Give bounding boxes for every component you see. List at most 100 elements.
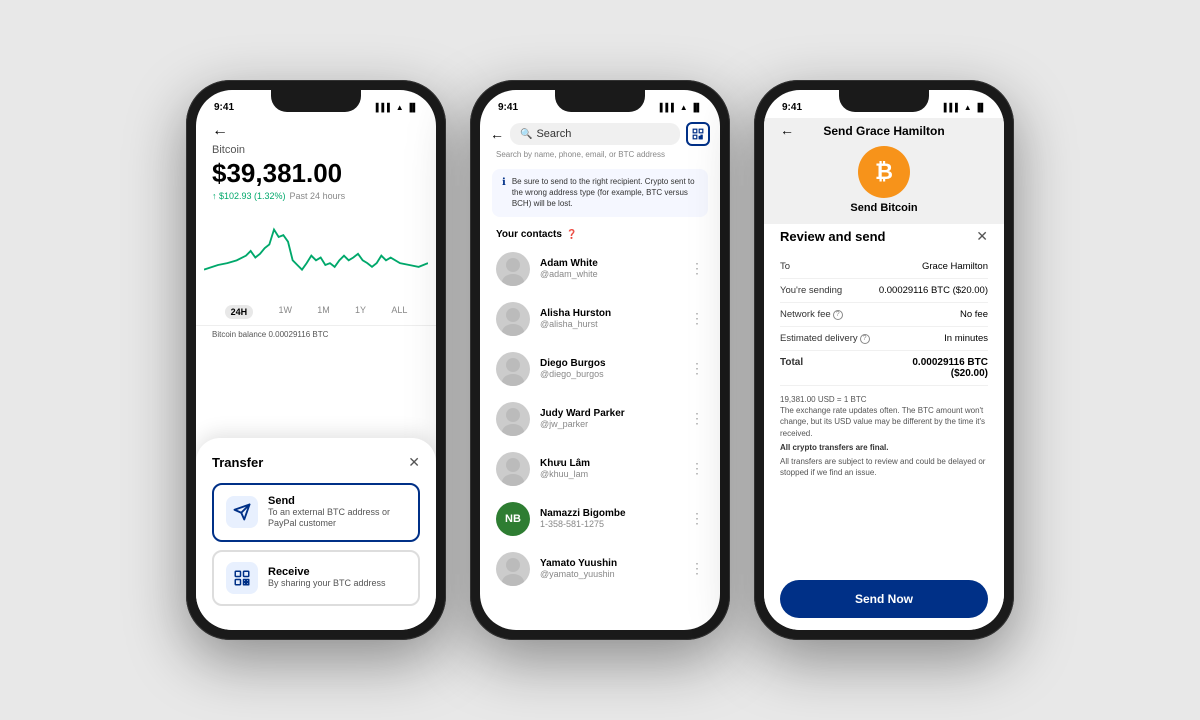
notch-2 bbox=[555, 90, 645, 112]
to-label: To bbox=[780, 261, 790, 272]
price-change: ↑ $102.93 (1.32%) Past 24 hours bbox=[196, 191, 436, 201]
review-row-delivery: Estimated delivery ? In minutes bbox=[780, 327, 988, 351]
contact-menu-adam[interactable]: ⋮ bbox=[690, 260, 704, 277]
qr-code-button[interactable] bbox=[686, 122, 710, 146]
search-input[interactable]: Search bbox=[536, 128, 571, 140]
back-button-1[interactable]: ← bbox=[212, 122, 228, 139]
contact-handle-diego: @diego_burgos bbox=[540, 369, 680, 379]
contact-item-diego[interactable]: Diego Burgos @diego_burgos ⋮ bbox=[480, 344, 720, 394]
send-title: Send Grace Hamilton bbox=[823, 124, 944, 138]
contact-name-namazzi: Namazzi Bigombe bbox=[540, 508, 680, 519]
warning-banner: ℹ Be sure to send to the right recipient… bbox=[492, 169, 708, 217]
contact-info-namazzi: Namazzi Bigombe 1-358-581-1275 bbox=[540, 508, 680, 529]
delivery-help-icon[interactable]: ? bbox=[860, 334, 870, 344]
change-amount: ↑ $102.93 (1.32%) bbox=[212, 191, 286, 201]
search-back-button[interactable]: ← bbox=[490, 126, 504, 142]
sending-label: You're sending bbox=[780, 285, 842, 296]
contact-avatar-alisha bbox=[496, 302, 530, 336]
contact-handle-adam: @adam_white bbox=[540, 269, 680, 279]
notch-3 bbox=[839, 90, 929, 112]
delivery-value: In minutes bbox=[944, 333, 988, 344]
phone-1-screen: 9:41 ▌▌▌ ▲ ▐▌ ← Bitcoin $39,381.00 ↑ $10… bbox=[196, 90, 436, 630]
review-close-button[interactable]: ✕ bbox=[976, 228, 988, 245]
contact-menu-judy[interactable]: ⋮ bbox=[690, 410, 704, 427]
contact-menu-khuu[interactable]: ⋮ bbox=[690, 460, 704, 477]
timeframe-1m[interactable]: 1M bbox=[317, 305, 330, 319]
contact-info-adam: Adam White @adam_white bbox=[540, 258, 680, 279]
time-3: 9:41 bbox=[782, 102, 802, 113]
bitcoin-logo-circle: ₿ bbox=[858, 146, 910, 198]
p3-header: ← Send Grace Hamilton ₿ Send Bitcoin bbox=[764, 118, 1004, 224]
review-row-fee: Network fee ? No fee bbox=[780, 303, 988, 327]
contact-name-adam: Adam White bbox=[540, 258, 680, 269]
search-hint-text: Search by name, phone, email, or BTC add… bbox=[480, 150, 720, 159]
total-label: Total bbox=[780, 357, 803, 368]
review-title: Review and send bbox=[780, 229, 885, 244]
delivery-label: Estimated delivery ? bbox=[780, 333, 870, 344]
exchange-rate-note: 19,381.00 USD = 1 BTC The exchange rate … bbox=[780, 394, 988, 439]
search-input-wrapper[interactable]: 🔍 Search bbox=[510, 123, 680, 145]
contact-menu-diego[interactable]: ⋮ bbox=[690, 360, 704, 377]
signal-icon-3: ▌▌▌ bbox=[944, 103, 961, 112]
contact-item-khuu[interactable]: Khưu Lâm @khuu_lam ⋮ bbox=[480, 444, 720, 494]
contact-name-khuu: Khưu Lâm bbox=[540, 458, 680, 469]
phone-1: 9:41 ▌▌▌ ▲ ▐▌ ← Bitcoin $39,381.00 ↑ $10… bbox=[186, 80, 446, 640]
contact-info-yamato: Yamato Yuushin @yamato_yuushin bbox=[540, 558, 680, 579]
contact-handle-judy: @jw_parker bbox=[540, 419, 680, 429]
send-description: To an external BTC address or PayPal cus… bbox=[268, 507, 406, 530]
contact-handle-alisha: @alisha_hurst bbox=[540, 319, 680, 329]
transfer-modal: Transfer ✕ Send To an external BTC addre… bbox=[196, 438, 436, 630]
phone-2: 9:41 ▌▌▌ ▲ ▐▌ ← 🔍 Search bbox=[470, 80, 730, 640]
review-row-sending: You're sending 0.00029116 BTC ($20.00) bbox=[780, 279, 988, 303]
chart-svg bbox=[204, 205, 428, 297]
timeframe-1w[interactable]: 1W bbox=[278, 305, 292, 319]
contact-list: Adam White @adam_white ⋮ Alisha Hurston … bbox=[480, 244, 720, 630]
contacts-help-icon[interactable]: ❓ bbox=[566, 229, 577, 240]
contact-menu-yamato[interactable]: ⋮ bbox=[690, 560, 704, 577]
contact-avatar-yamato bbox=[496, 552, 530, 586]
send-option[interactable]: Send To an external BTC address or PayPa… bbox=[212, 483, 420, 542]
receive-description: By sharing your BTC address bbox=[268, 578, 406, 590]
contact-item-namazzi[interactable]: NB Namazzi Bigombe 1-358-581-1275 ⋮ bbox=[480, 494, 720, 544]
contact-menu-namazzi[interactable]: ⋮ bbox=[690, 510, 704, 527]
price-chart bbox=[196, 201, 436, 301]
sending-value: 0.00029116 BTC ($20.00) bbox=[879, 285, 988, 296]
total-value: 0.00029116 BTC ($20.00) bbox=[874, 357, 988, 379]
review-row-total: Total 0.00029116 BTC ($20.00) bbox=[780, 351, 988, 386]
battery-icon-2: ▐▌ bbox=[691, 103, 702, 112]
final-transfers-note: All crypto transfers are final. bbox=[780, 443, 988, 452]
contact-info-khuu: Khưu Lâm @khuu_lam bbox=[540, 458, 680, 479]
contact-avatar-adam bbox=[496, 252, 530, 286]
p2-main-content: ← 🔍 Search bbox=[480, 118, 720, 630]
contact-item-yamato[interactable]: Yamato Yuushin @yamato_yuushin ⋮ bbox=[480, 544, 720, 594]
transfer-close-button[interactable]: ✕ bbox=[408, 454, 420, 471]
timeframe-1y[interactable]: 1Y bbox=[355, 305, 366, 319]
contact-item-adam-white[interactable]: Adam White @adam_white ⋮ bbox=[480, 244, 720, 294]
status-icons-3: ▌▌▌ ▲ ▐▌ bbox=[944, 103, 986, 112]
contact-item-alisha[interactable]: Alisha Hurston @alisha_hurst ⋮ bbox=[480, 294, 720, 344]
contact-menu-alisha[interactable]: ⋮ bbox=[690, 310, 704, 327]
search-magnifier-icon: 🔍 bbox=[520, 129, 532, 140]
wifi-icon-2: ▲ bbox=[680, 103, 688, 112]
wifi-icon-3: ▲ bbox=[964, 103, 972, 112]
contact-avatar-namazzi: NB bbox=[496, 502, 530, 536]
fee-help-icon[interactable]: ? bbox=[833, 310, 843, 320]
phone-mockups-container: 9:41 ▌▌▌ ▲ ▐▌ ← Bitcoin $39,381.00 ↑ $10… bbox=[186, 80, 1014, 640]
timeframe-all[interactable]: ALL bbox=[391, 305, 407, 319]
receive-option[interactable]: Receive By sharing your BTC address bbox=[212, 550, 420, 606]
back-button-3[interactable]: ← bbox=[780, 122, 794, 138]
send-now-button[interactable]: Send Now bbox=[780, 580, 988, 618]
review-header: Review and send ✕ bbox=[780, 228, 988, 245]
timeframe-selector: 24H 1W 1M 1Y ALL bbox=[196, 301, 436, 323]
contact-name-yamato: Yamato Yuushin bbox=[540, 558, 680, 569]
contact-info-diego: Diego Burgos @diego_burgos bbox=[540, 358, 680, 379]
timeframe-24h[interactable]: 24H bbox=[225, 305, 254, 319]
contact-item-judy[interactable]: Judy Ward Parker @jw_parker ⋮ bbox=[480, 394, 720, 444]
status-icons-2: ▌▌▌ ▲ ▐▌ bbox=[660, 103, 702, 112]
p1-header: ← bbox=[196, 118, 436, 142]
contact-avatar-judy bbox=[496, 402, 530, 436]
coin-label: Bitcoin bbox=[196, 144, 436, 156]
info-icon: ℹ bbox=[502, 177, 506, 188]
p3-main-content: ← Send Grace Hamilton ₿ Send Bitcoin Rev… bbox=[764, 118, 1004, 630]
search-bar: ← 🔍 Search bbox=[480, 118, 720, 150]
